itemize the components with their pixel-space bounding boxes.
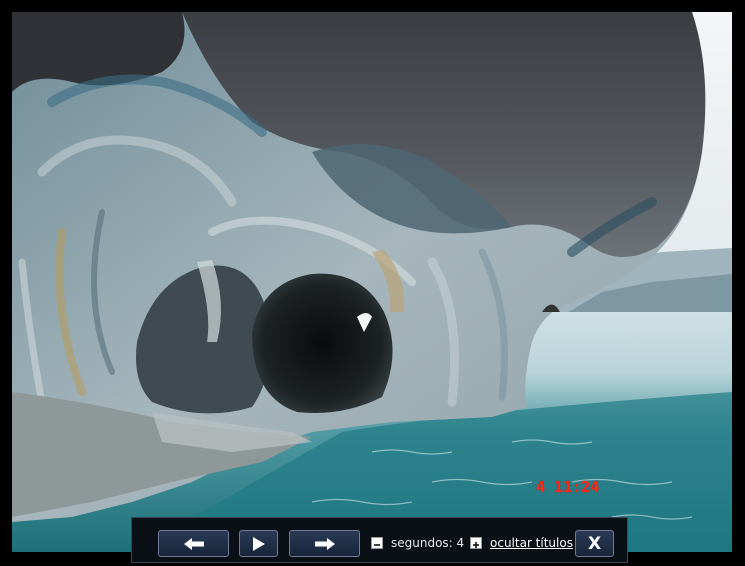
- hide-titles-link[interactable]: ocultar títulos: [490, 536, 573, 550]
- slideshow-photo: [12, 12, 732, 552]
- slideshow-viewer: 4 11:24 segundos: 4 ocultar títulos X: [0, 0, 745, 566]
- slideshow-control-bar: segundos: 4 ocultar títulos X: [131, 517, 628, 563]
- close-button[interactable]: X: [575, 530, 614, 557]
- play-button[interactable]: [239, 530, 278, 557]
- previous-button[interactable]: [158, 530, 229, 557]
- marble-cave-photo: [12, 12, 732, 552]
- arrow-right-icon: [314, 537, 336, 551]
- next-button[interactable]: [289, 530, 360, 557]
- decrease-seconds-button[interactable]: [371, 537, 383, 549]
- arrow-left-icon: [183, 537, 205, 551]
- play-icon: [252, 536, 266, 552]
- increase-seconds-button[interactable]: [470, 537, 482, 549]
- seconds-label: segundos: 4: [391, 536, 465, 550]
- plus-icon: [472, 534, 480, 553]
- close-icon: X: [587, 533, 602, 554]
- photo-timestamp: 4 11:24: [536, 478, 600, 496]
- minus-icon: [373, 534, 381, 553]
